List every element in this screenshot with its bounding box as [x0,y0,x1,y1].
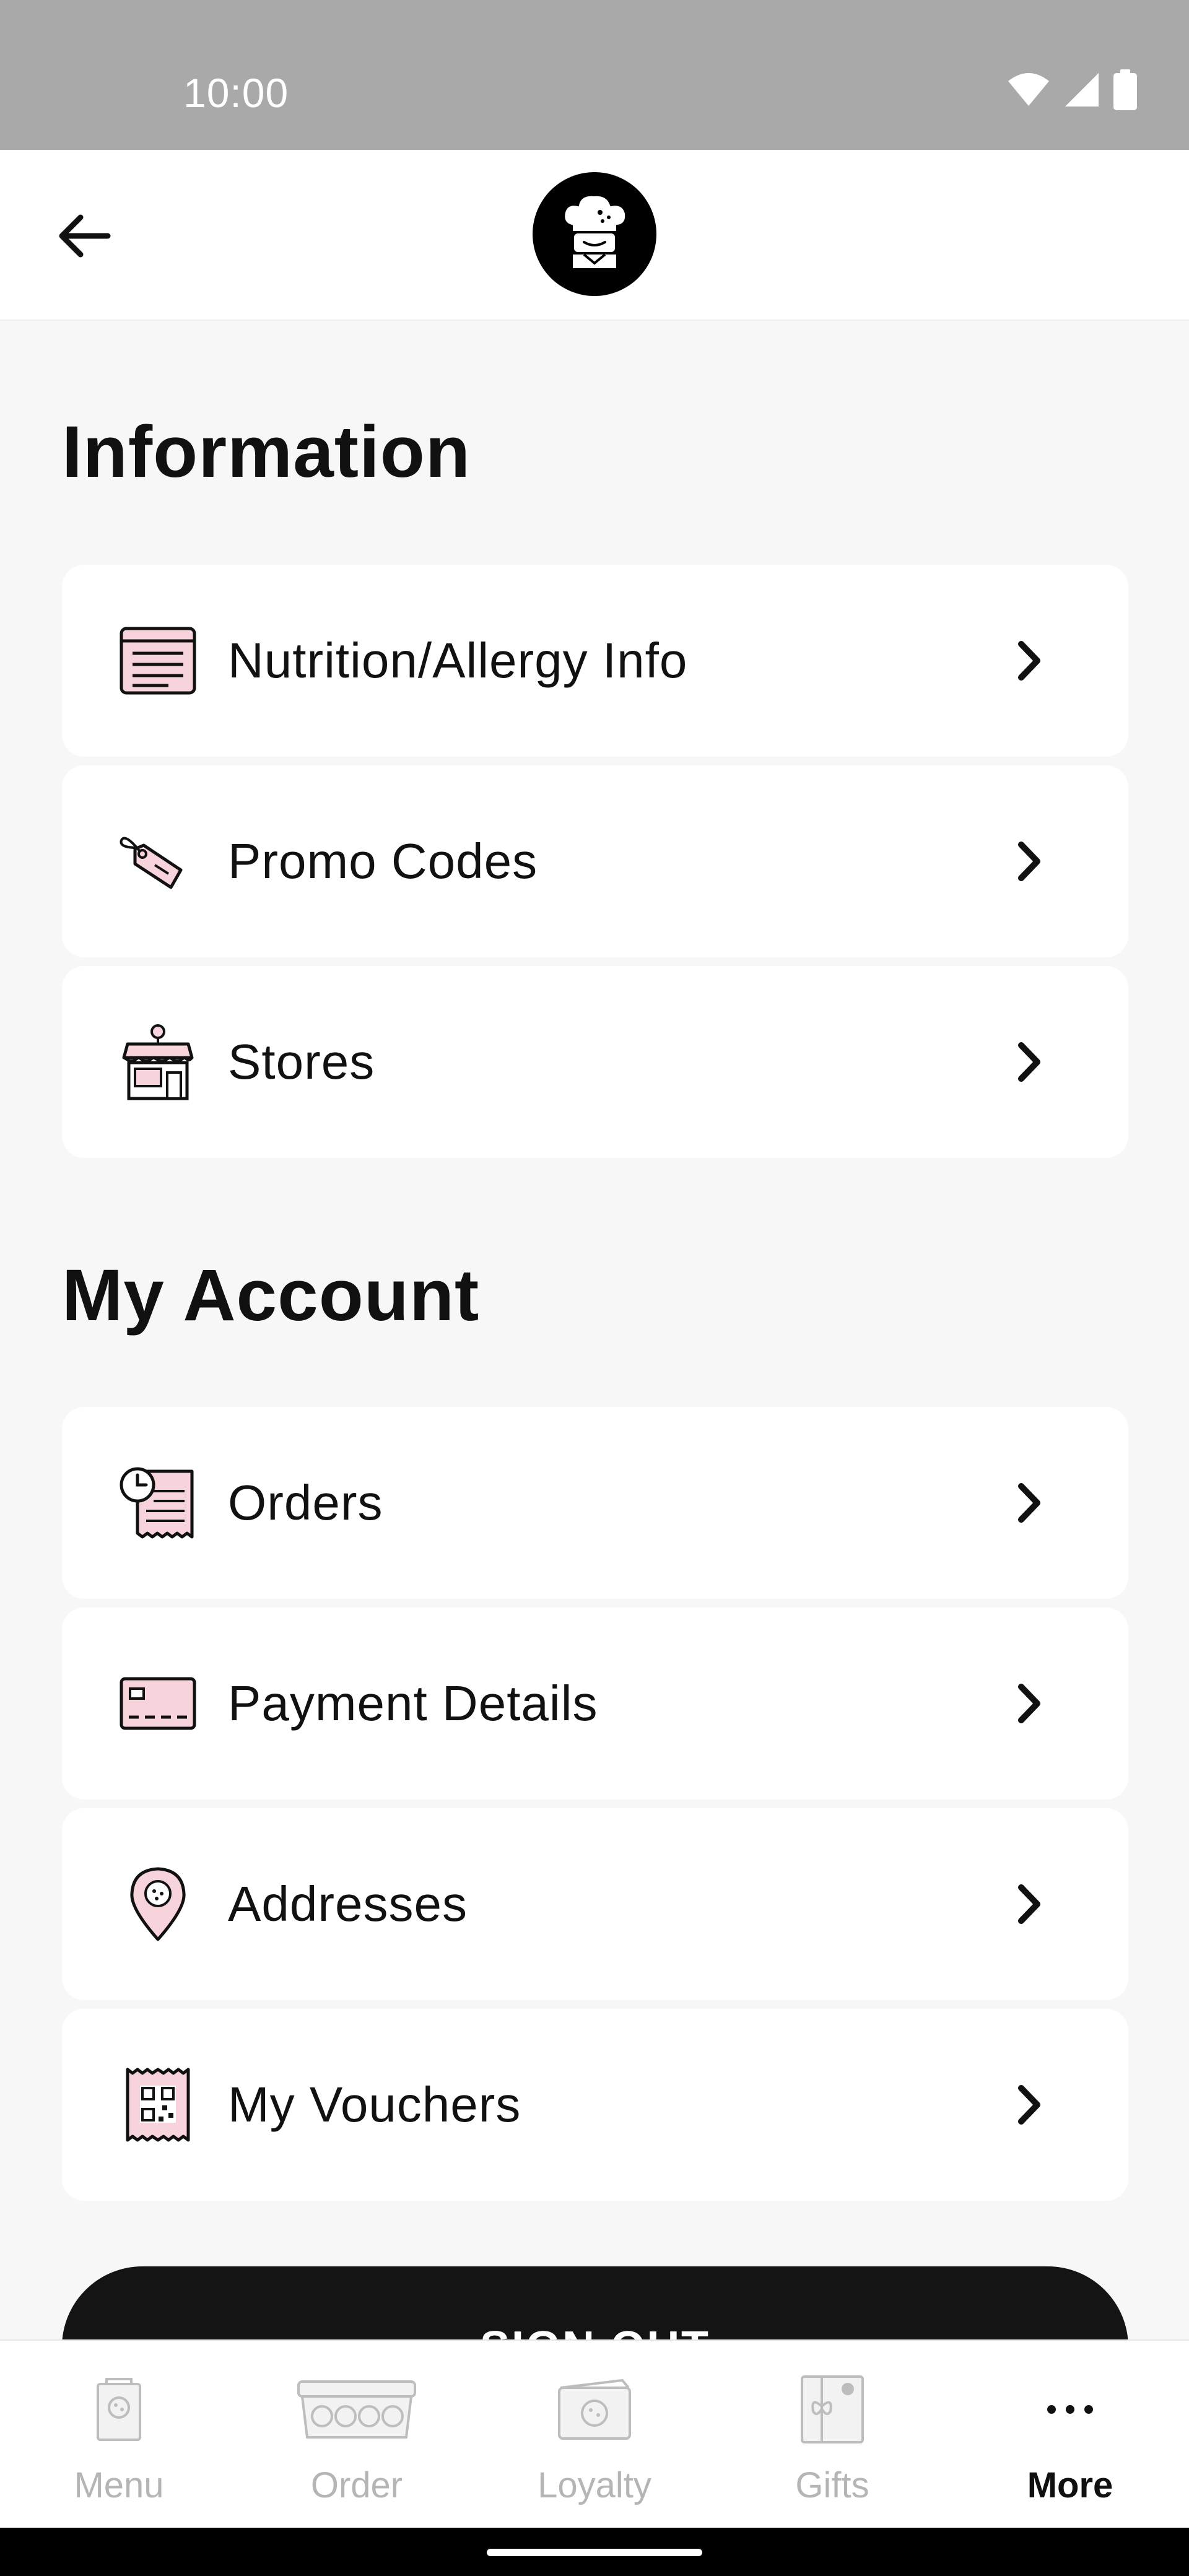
tab-order[interactable]: Order [238,2341,476,2528]
cookie-box-icon [238,2369,476,2450]
qr-voucher-icon [118,2068,198,2142]
addresses-item[interactable]: Addresses [62,1808,1128,2000]
my-vouchers-label: My Vouchers [228,2077,521,2132]
chevron-right-icon [1004,1879,1054,1929]
tab-menu-label: Menu [74,2465,164,2505]
payment-details-label: Payment Details [228,1676,598,1731]
app-header [0,150,1189,321]
receipt-clock-icon [118,1466,198,1540]
tab-loyalty-label: Loyalty [538,2465,651,2505]
chevron-right-icon [1004,1037,1054,1087]
battery-icon [1113,69,1137,110]
information-section-title: Information [62,411,471,493]
orders-item[interactable]: Orders [62,1407,1128,1599]
map-pin-icon [118,1867,198,1941]
payment-details-item[interactable]: Payment Details [62,1608,1128,1799]
gift-card-icon [713,2369,951,2450]
tab-gifts-label: Gifts [795,2465,869,2505]
orders-label: Orders [228,1475,383,1530]
storefront-icon [118,1024,198,1100]
back-button[interactable] [50,202,118,270]
status-bar: 10:00 [0,0,1189,150]
chevron-right-icon [1004,1679,1054,1728]
chevron-right-icon [1004,837,1054,886]
my-account-section-title: My Account [62,1255,480,1336]
price-tag-icon [118,824,198,899]
promo-codes-label: Promo Codes [228,833,538,889]
chevron-right-icon [1004,1478,1054,1528]
addresses-label: Addresses [228,1876,468,1931]
wifi-icon [1008,73,1049,106]
menu-card-icon [0,2369,238,2450]
signal-icon [1065,73,1099,107]
menu-list-icon [118,624,198,698]
nutrition-allergy-item[interactable]: Nutrition/Allergy Info [62,565,1128,757]
stores-label: Stores [228,1034,375,1089]
loyalty-card-icon [476,2369,713,2450]
home-indicator[interactable] [487,2549,702,2556]
tab-more-label: More [1027,2465,1113,2505]
my-vouchers-item[interactable]: My Vouchers [62,2009,1128,2201]
tab-loyalty[interactable]: Loyalty [476,2341,713,2528]
arrow-left-icon [59,214,111,258]
tab-more[interactable]: More [951,2341,1189,2528]
nutrition-allergy-label: Nutrition/Allergy Info [228,633,688,688]
tab-order-label: Order [310,2465,403,2505]
chef-cookie-logo-icon [533,172,656,296]
chevron-right-icon [1004,636,1054,685]
promo-codes-item[interactable]: Promo Codes [62,765,1128,957]
status-icons [1007,69,1137,110]
tab-menu[interactable]: Menu [0,2341,238,2528]
status-time: 10:00 [183,70,289,116]
more-dots-icon [951,2369,1189,2450]
system-navigation-bar [0,2528,1189,2576]
credit-card-icon [118,1666,198,1741]
stores-item[interactable]: Stores [62,966,1128,1158]
bottom-tab-bar: Menu Order Loyalty Gifts More [0,2339,1189,2528]
tab-gifts[interactable]: Gifts [713,2341,951,2528]
chevron-right-icon [1004,2080,1054,2130]
